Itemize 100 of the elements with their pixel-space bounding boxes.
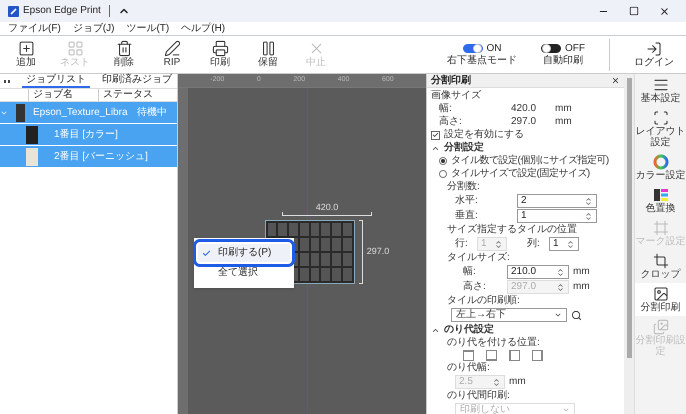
number-field[interactable]: 210.0 [507, 265, 569, 279]
tab[interactable]: ジョブリスト [22, 74, 90, 88]
panel-title: 分割印刷 [431, 74, 471, 86]
toggle-switch[interactable] [541, 44, 561, 53]
section-title: 分割設定 [444, 142, 484, 154]
pen-icon [164, 40, 180, 57]
label: 垂直: [455, 210, 479, 222]
unit: mm [509, 376, 526, 388]
sidebar-button[interactable]: 分割印刷 [635, 283, 686, 316]
toolbar-button[interactable]: RIP [158, 40, 186, 69]
sidebar-button[interactable]: カラー設定 [635, 151, 686, 184]
toolbar-button[interactable]: 印刷 [206, 40, 234, 69]
frame-icon [652, 220, 668, 236]
menu-item[interactable]: ヘルプ(H) [181, 24, 226, 34]
app-logo-icon [8, 6, 19, 16]
job-thumbnail [16, 104, 25, 122]
close-icon[interactable] [611, 76, 620, 85]
toggle-label: 自動印刷 [543, 54, 583, 66]
label: タイル数で設定(個別にサイズ指定可) [451, 155, 609, 167]
label: 列: [527, 238, 541, 250]
label: のり代間印刷: [446, 390, 511, 402]
label: のり代を付ける位置: [446, 337, 541, 349]
image-icon [652, 286, 668, 302]
sidebar-button[interactable]: レイアウト設定 [635, 107, 686, 151]
label: 水平: [455, 195, 479, 207]
number-field[interactable]: 1 [517, 209, 597, 223]
menu-item[interactable]: ファイル(F) [8, 24, 61, 34]
toolbar-button[interactable]: 保留 [254, 40, 282, 69]
crop-icon [652, 253, 668, 269]
unit: mm [573, 266, 590, 278]
check-icon [432, 131, 439, 139]
number-field[interactable]: 1 [549, 237, 579, 251]
toggle-state: OFF [565, 42, 585, 54]
section-label: 画像サイズ [431, 90, 482, 102]
color-ring-icon [652, 154, 668, 170]
search-icon[interactable] [571, 310, 582, 320]
number-field[interactable]: 2 [517, 194, 597, 208]
label: 高さ: [439, 116, 463, 128]
scrollbar-thumb[interactable] [626, 78, 632, 358]
unit: mm [555, 116, 572, 128]
lines-icon [652, 77, 668, 93]
toggle-state: ON [486, 42, 502, 54]
radio-button[interactable] [439, 157, 447, 165]
menu-item[interactable]: ツール(T) [126, 24, 170, 34]
sidebar-button[interactable]: 色置換 [635, 184, 686, 217]
margin-side-button[interactable] [532, 350, 543, 361]
label: 分割数: [446, 181, 481, 193]
tab[interactable]: 印刷済みジョブ [98, 74, 176, 88]
margin-side-button[interactable] [463, 350, 474, 361]
login-button[interactable]: ログイン [634, 40, 674, 68]
label: 幅: [463, 266, 477, 278]
value: 297.0 [511, 116, 538, 128]
width-dimension: 420.0 [316, 202, 338, 212]
margin-side-button[interactable] [486, 350, 497, 361]
toolbar-button[interactable]: 削除 [110, 40, 138, 69]
label: 幅: [439, 103, 453, 115]
sidebar-button[interactable]: 基本設定 [635, 74, 686, 107]
unit: mm [555, 103, 572, 115]
height-dimension: 297.0 [366, 245, 390, 258]
toggle-switch[interactable] [462, 44, 482, 53]
page-thumbnail [26, 148, 38, 166]
check-icon [202, 248, 211, 258]
checkbox[interactable] [431, 130, 440, 140]
images-icon [652, 319, 668, 335]
label: サイズ指定するタイルの位置 [446, 224, 578, 236]
spinner-icon [492, 378, 501, 386]
trash-icon [116, 40, 132, 57]
radio-button[interactable] [439, 170, 447, 178]
dimension-line [358, 220, 363, 284]
spinner-icon [566, 240, 575, 248]
sidebar-button[interactable]: クロップ [635, 250, 686, 283]
spinner-icon [584, 212, 593, 220]
unit: mm [573, 281, 590, 293]
column-header[interactable]: ジョブ名 [28, 89, 98, 101]
spinner-icon [584, 196, 593, 206]
collapse-panel-icon[interactable] [4, 80, 10, 82]
caret-icon [554, 311, 562, 319]
context-menu-item[interactable]: 印刷する(P) [198, 244, 290, 262]
menu-item[interactable]: ジョブ(J) [72, 24, 114, 34]
label: タイルサイズで設定(固定サイズ) [451, 168, 590, 180]
section-title: のり代設定 [444, 324, 494, 336]
window-title: Epson Edge Print [23, 5, 101, 17]
order-dropdown[interactable]: 左上→右下 [451, 308, 567, 322]
page-thumbnail [26, 126, 38, 144]
toggle-label: 右下基点モード [447, 54, 517, 66]
label: のり代幅: [446, 362, 491, 374]
spinner-icon [556, 268, 565, 276]
context-menu-item[interactable]: 全て選択 [198, 264, 290, 282]
grid-icon [66, 40, 84, 57]
label: 行: [455, 238, 469, 250]
maximize-icon[interactable] [629, 6, 639, 16]
label: 設定を有効にする [444, 129, 524, 141]
margin-side-button[interactable] [509, 350, 520, 361]
add-icon [18, 40, 34, 57]
close-icon[interactable] [659, 6, 670, 16]
label: タイルの印刷順: [446, 295, 521, 307]
spinner-icon [556, 282, 565, 292]
column-header[interactable]: ステータス [98, 89, 168, 101]
toolbar-button[interactable]: 追加 [12, 40, 40, 69]
value: 420.0 [511, 103, 538, 115]
